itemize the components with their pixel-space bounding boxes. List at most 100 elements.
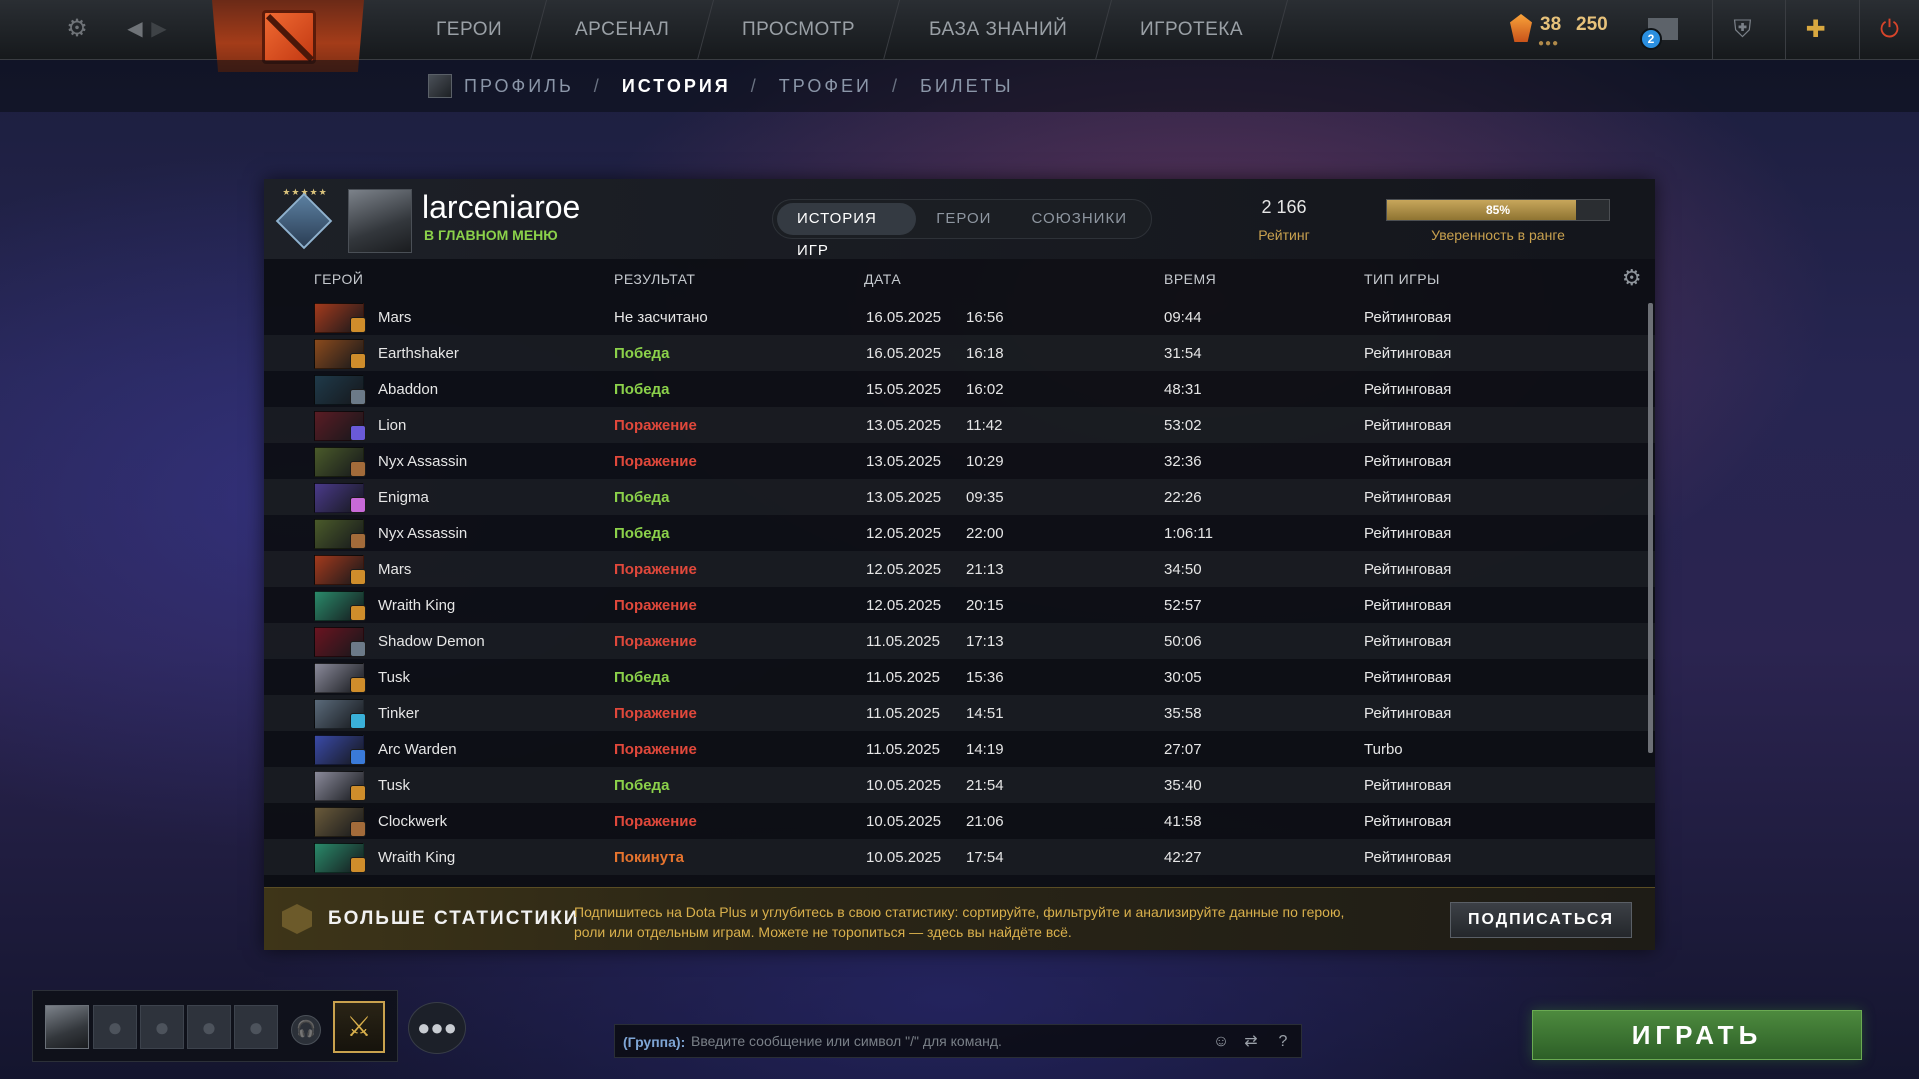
hero-attribute-icon xyxy=(350,785,366,801)
rating-value: 2 166 xyxy=(1261,197,1307,217)
column-date[interactable]: ДАТА xyxy=(864,271,901,287)
tab-heroes[interactable]: ГЕРОИ xyxy=(916,203,1011,235)
tab-allies[interactable]: СОЮЗНИКИ xyxy=(1011,203,1147,235)
match-result: Покинута xyxy=(614,849,684,866)
match-date: 11.05.2025 xyxy=(866,741,940,758)
party-slot-empty[interactable]: ● xyxy=(140,1005,184,1049)
match-date: 11.05.2025 xyxy=(866,633,940,650)
chat-channel-label: (Группа): xyxy=(623,1034,686,1050)
dota-plus-icon[interactable]: ✚ xyxy=(1785,0,1845,60)
rank-medal-icon[interactable]: ★★★★★ xyxy=(274,187,336,253)
tab-match-history[interactable]: ИСТОРИЯ ИГР xyxy=(777,203,917,259)
hero-name: Mars xyxy=(378,561,412,578)
mini-avatar xyxy=(428,74,452,98)
nav-armory[interactable]: АРСЕНАЛ xyxy=(531,0,715,60)
match-start-time: 10:29 xyxy=(966,453,1004,470)
table-row[interactable]: Clockwerk Поражение 10.05.2025 21:06 41:58 Ре… xyxy=(264,803,1655,839)
party-slot-self-avatar[interactable] xyxy=(45,1005,89,1049)
hero-attribute-icon xyxy=(350,713,366,729)
table-row[interactable]: Tusk Победа 11.05.2025 15:36 30:05 Рейтингова… xyxy=(264,659,1655,695)
table-row[interactable]: Wraith King Поражение 12.05.2025 20:15 52:57… xyxy=(264,587,1655,623)
table-row[interactable]: Enigma Победа 13.05.2025 09:35 22:26 Рейтинго… xyxy=(264,479,1655,515)
chat-input[interactable] xyxy=(691,1030,1191,1052)
help-icon[interactable]: ? xyxy=(1271,1030,1295,1054)
chevron-right-icon[interactable]: ▶ xyxy=(144,14,174,44)
hero-attribute-icon xyxy=(350,389,366,405)
table-row[interactable]: Tinker Поражение 11.05.2025 14:51 35:58 Рейти… xyxy=(264,695,1655,731)
match-duration: 41:58 xyxy=(1164,813,1202,830)
party-menu-icon[interactable]: ●●● xyxy=(408,1002,466,1054)
power-icon[interactable]: ⏻ xyxy=(1859,0,1919,60)
match-date: 12.05.2025 xyxy=(866,597,942,614)
play-button[interactable]: ИГРАТЬ xyxy=(1532,1010,1862,1060)
column-result[interactable]: РЕЗУЛЬТАТ xyxy=(614,271,695,287)
table-row[interactable]: Lion Поражение 13.05.2025 11:42 53:02 Рейтинг… xyxy=(264,407,1655,443)
match-duration: 27:07 xyxy=(1164,741,1202,758)
currency-display[interactable]: 38 250 ●●● xyxy=(1510,8,1660,52)
column-game-type[interactable]: ТИП ИГРЫ xyxy=(1364,271,1440,287)
nav-knowledge-base[interactable]: БАЗА ЗНАНИЙ xyxy=(884,0,1112,60)
table-settings-gear-icon[interactable]: ⚙ xyxy=(1621,267,1643,289)
hero-attribute-icon xyxy=(350,497,366,513)
table-row[interactable]: Mars Поражение 12.05.2025 21:13 34:50 Рейтинг… xyxy=(264,551,1655,587)
match-result: Поражение xyxy=(614,453,697,470)
column-hero[interactable]: ГЕРОЙ xyxy=(314,271,363,287)
promo-text: Подпишитесь на Dota Plus и углубитесь в … xyxy=(574,904,1345,940)
subnav-separator: / xyxy=(750,75,759,96)
promo-title: БОЛЬШЕ СТАТИСТИКИ xyxy=(328,908,580,929)
table-row[interactable]: Tusk Победа 10.05.2025 21:54 35:40 Рейтингова… xyxy=(264,767,1655,803)
party-slot-empty[interactable]: ● xyxy=(93,1005,137,1049)
match-result: Победа xyxy=(614,381,670,398)
table-row[interactable]: Nyx Assassin Поражение 13.05.2025 10:29 32:3… xyxy=(264,443,1655,479)
table-row[interactable]: Earthshaker Победа 16.05.2025 16:18 31:54 Рей… xyxy=(264,335,1655,371)
mail-button[interactable]: 2 xyxy=(1640,14,1680,50)
match-result: Победа xyxy=(614,669,670,686)
subnav-history[interactable]: ИСТОРИЯ xyxy=(622,76,731,97)
hero-name: Nyx Assassin xyxy=(378,525,468,542)
subscribe-button[interactable]: ПОДПИСАТЬСЯ xyxy=(1450,902,1632,938)
nav-watch[interactable]: ПРОСМОТР xyxy=(698,0,901,60)
dota-plus-hex-icon xyxy=(282,904,312,934)
table-row[interactable]: Wraith King Покинута 10.05.2025 17:54 42:27 Р… xyxy=(264,839,1655,875)
scrollbar[interactable] xyxy=(1648,303,1653,753)
match-date: 16.05.2025 xyxy=(866,345,942,362)
gear-icon[interactable]: ⚙ xyxy=(62,14,92,44)
party-slot-empty[interactable]: ● xyxy=(234,1005,278,1049)
table-row[interactable]: Mars Не засчитано 16.05.2025 16:56 09:44 Рейт… xyxy=(264,299,1655,335)
match-result: Победа xyxy=(614,525,670,542)
armor-icon[interactable]: ⛨ xyxy=(1712,0,1772,60)
match-result: Поражение xyxy=(614,705,697,722)
dota-plus-badge-icon[interactable]: ⚔ xyxy=(333,1001,385,1053)
hero-name: Wraith King xyxy=(378,597,456,614)
hero-attribute-icon xyxy=(350,605,366,621)
match-duration: 1:06:11 xyxy=(1164,525,1213,542)
hero-attribute-icon xyxy=(350,569,366,585)
subnav-tickets[interactable]: БИЛЕТЫ xyxy=(920,76,1014,97)
chat-wheel-icon[interactable]: ⇄ xyxy=(1239,1030,1263,1054)
table-row[interactable]: Nyx Assassin Победа 12.05.2025 22:00 1:06:11… xyxy=(264,515,1655,551)
subnav-profile[interactable]: ПРОФИЛЬ xyxy=(464,76,574,97)
hero-attribute-icon xyxy=(350,749,366,765)
headset-icon[interactable]: 🎧 xyxy=(291,1015,321,1045)
nav-arcade[interactable]: ИГРОТЕКА xyxy=(1095,0,1288,60)
nav-heroes[interactable]: ГЕРОИ xyxy=(391,0,548,60)
match-start-time: 14:51 xyxy=(966,705,1004,722)
table-row[interactable]: Arc Warden Поражение 11.05.2025 14:19 27:07 T… xyxy=(264,731,1655,767)
emoji-icon[interactable]: ☺ xyxy=(1209,1030,1233,1054)
hero-name: Tusk xyxy=(378,777,410,794)
avatar[interactable] xyxy=(348,189,412,253)
match-result: Поражение xyxy=(614,633,697,650)
hero-name: Enigma xyxy=(378,489,429,506)
match-result: Поражение xyxy=(614,741,697,758)
subnav-trophies[interactable]: ТРОФЕИ xyxy=(779,76,872,97)
match-date: 12.05.2025 xyxy=(866,561,942,578)
column-time[interactable]: ВРЕМЯ xyxy=(1164,271,1216,287)
table-row[interactable]: Shadow Demon Поражение 11.05.2025 17:13 50:0… xyxy=(264,623,1655,659)
match-start-time: 16:56 xyxy=(966,309,1004,326)
match-start-time: 11:42 xyxy=(966,417,1003,434)
match-game-type: Рейтинговая xyxy=(1364,813,1452,830)
hero-attribute-icon xyxy=(350,353,366,369)
party-slot-empty[interactable]: ● xyxy=(187,1005,231,1049)
match-date: 15.05.2025 xyxy=(866,381,942,398)
table-row[interactable]: Abaddon Победа 15.05.2025 16:02 48:31 Рейтинг… xyxy=(264,371,1655,407)
